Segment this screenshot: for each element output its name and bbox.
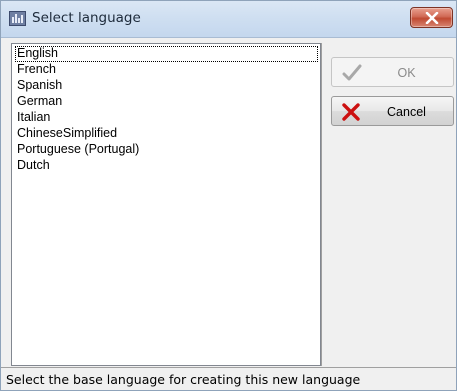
list-item-german[interactable]: German <box>15 94 62 110</box>
list-item-spanish[interactable]: Spanish <box>15 78 62 94</box>
panel-divider <box>321 43 322 366</box>
close-button[interactable] <box>410 7 453 28</box>
list-item-chinese-simplified[interactable]: ChineseSimplified <box>15 126 117 142</box>
list-item-italian[interactable]: Italian <box>15 110 50 126</box>
list-item-dutch[interactable]: Dutch <box>15 158 50 174</box>
list-item-french[interactable]: French <box>15 62 56 78</box>
cancel-button-label: Cancel <box>387 105 426 119</box>
title-bar[interactable]: Select language <box>1 1 456 38</box>
status-text: Select the base language for creating th… <box>6 372 361 387</box>
ok-button[interactable]: OK <box>331 57 454 87</box>
cancel-button[interactable]: Cancel <box>331 96 454 126</box>
list-item-portuguese-portugal[interactable]: Portuguese (Portugal) <box>15 142 139 158</box>
list-item-english[interactable]: English <box>15 46 318 62</box>
select-language-dialog: Select language English French Spanish G… <box>0 0 457 391</box>
status-bar: Select the base language for creating th… <box>1 367 456 390</box>
close-icon <box>425 12 439 24</box>
ok-button-label: OK <box>397 66 416 80</box>
window-title: Select language <box>32 10 141 26</box>
language-list[interactable]: English French Spanish German Italian Ch… <box>11 43 321 366</box>
app-icon <box>9 11 26 26</box>
